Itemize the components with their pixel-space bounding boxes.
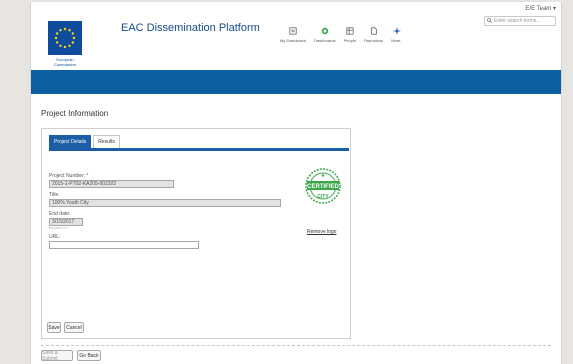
- nav-dashboards[interactable]: Dashboards: [314, 26, 336, 43]
- eu-flag-icon: [48, 21, 82, 55]
- save-button[interactable]: Save: [47, 322, 61, 333]
- url-field[interactable]: [49, 241, 199, 249]
- nav-repository[interactable]: Repository: [364, 26, 383, 43]
- cancel-button[interactable]: Cancel: [64, 322, 84, 333]
- project-panel: Project Details Results Project Number: …: [41, 128, 351, 339]
- more-icon: [392, 26, 402, 36]
- footer-divider: [41, 345, 551, 347]
- end-date-hint: DD/MM/YYYY: [49, 226, 69, 230]
- title-label: Title:: [49, 192, 60, 198]
- app-title: EAC Dissemination Platform: [121, 22, 260, 34]
- tab-bar: Project Details Results: [49, 135, 120, 148]
- svg-text:CERTIFIED: CERTIFIED: [307, 184, 339, 190]
- dashboard-icon: [288, 26, 298, 36]
- nav-people[interactable]: People: [344, 26, 356, 43]
- search-placeholder: Enter search terms...: [494, 18, 541, 24]
- title-field[interactable]: 100% Youth City: [49, 199, 281, 207]
- page: E/E Team ▾ Enter search terms... Europea…: [30, 2, 562, 364]
- end-date-label: End date:: [49, 211, 71, 217]
- save-submit-button[interactable]: Save & Submit: [41, 350, 73, 362]
- certified-city-logo: CERTIFIED CITY ★: [304, 161, 342, 216]
- tab-results[interactable]: Results: [93, 135, 120, 148]
- top-bar: E/E Team ▾ Enter search terms... Europea…: [31, 2, 561, 72]
- people-icon: [345, 26, 355, 36]
- go-back-button[interactable]: Go Back: [77, 350, 101, 361]
- user-menu[interactable]: E/E Team ▾: [525, 5, 556, 12]
- logo-text: European Commission: [53, 57, 76, 67]
- nav-more[interactable]: More..: [391, 26, 403, 43]
- main-nav: My Dashboard Dashboards People Repositor…: [280, 26, 403, 43]
- svg-text:★: ★: [321, 173, 326, 179]
- project-number-field[interactable]: 2015-1-PT02-KA205-002322: [49, 180, 174, 188]
- svg-text:CITY: CITY: [317, 194, 329, 200]
- project-form: Project Number: * 2015-1-PT02-KA205-0023…: [49, 169, 281, 249]
- tab-underline: [49, 148, 349, 151]
- end-date-field[interactable]: 3/15/2017: [49, 218, 83, 226]
- search-icon: [487, 17, 493, 25]
- header-band: [31, 70, 561, 94]
- project-number-label: Project Number: *: [49, 173, 89, 179]
- page-title: Project Information: [41, 109, 109, 118]
- repository-icon: [369, 26, 379, 36]
- european-commission-logo: European Commission: [48, 21, 82, 73]
- dashboards-icon: [320, 26, 330, 36]
- remove-logo-link[interactable]: Remove logo: [307, 229, 336, 235]
- search-input[interactable]: Enter search terms...: [484, 16, 556, 26]
- tab-project-details[interactable]: Project Details: [49, 135, 92, 148]
- url-label: URL:: [49, 234, 61, 240]
- nav-my-dashboard[interactable]: My Dashboard: [280, 26, 306, 43]
